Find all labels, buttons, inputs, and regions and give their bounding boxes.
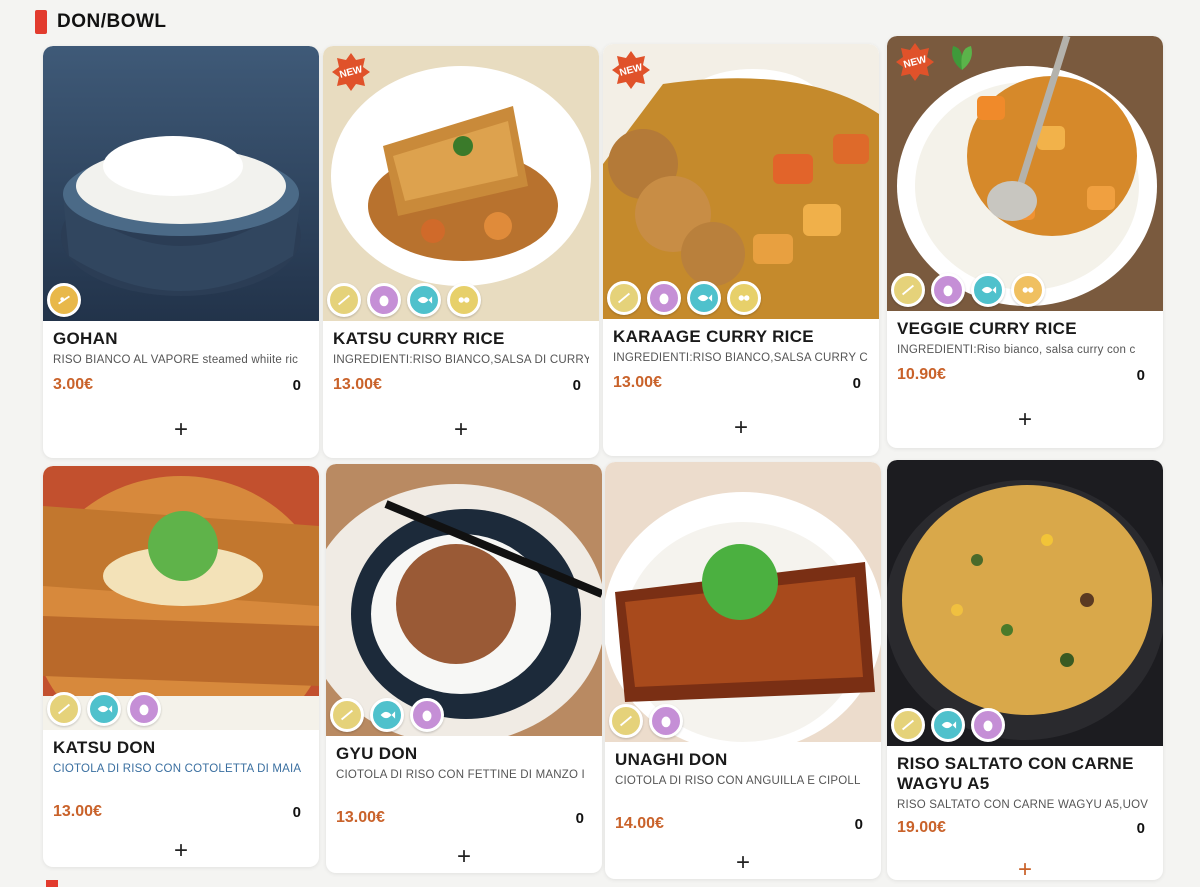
item-name: KARAAGE CURRY RICE: [613, 327, 814, 346]
allergen-list: [47, 283, 81, 317]
item-description: INGREDIENTI:RISO BIANCO,SALSA DI CURRY: [333, 354, 589, 366]
fish-allergen-icon: [370, 698, 404, 732]
add-to-cart-button[interactable]: +: [448, 841, 480, 873]
cereal-allergen-icon: [609, 704, 643, 738]
cereal-allergen-icon: [891, 708, 925, 742]
item-quantity: 0: [854, 815, 863, 833]
item-price: 13.00€: [336, 809, 385, 826]
fish-allergen-icon: [931, 708, 965, 742]
allergen-list: [891, 708, 1005, 742]
dish-photo: [887, 460, 1163, 746]
allergen-list: [47, 692, 161, 726]
item-price: 13.00€: [333, 376, 382, 393]
dish-photo: NEW: [887, 36, 1163, 311]
add-to-cart-button[interactable]: +: [1009, 854, 1041, 880]
item-name: VEGGIE CURRY RICE: [897, 319, 1077, 338]
egg-allergen-icon: [971, 708, 1005, 742]
new-badge: NEW: [895, 42, 935, 82]
menu-card-katsu-curry-rice[interactable]: NEW KATSU CURRY RICE INGREDIENTI:RISO BI…: [323, 46, 599, 458]
item-quantity: 0: [852, 374, 861, 392]
add-to-cart-button[interactable]: +: [1009, 404, 1041, 436]
item-description: INGREDIENTI:RISO BIANCO,SALSA CURRY C: [613, 352, 868, 364]
item-description: CIOTOLA DI RISO CON COTOLETTA DI MAIA: [53, 763, 302, 775]
menu-card-katsu-don[interactable]: KATSU DON CIOTOLA DI RISO CON COTOLETTA …: [43, 466, 319, 867]
item-price: 10.90€: [897, 366, 946, 383]
item-name: GYU DON: [336, 744, 418, 763]
item-description: INGREDIENTI:Riso bianco, salsa curry con…: [897, 344, 1136, 356]
fish-allergen-icon: [407, 283, 441, 317]
cereal-allergen-icon: [330, 698, 364, 732]
item-price: 3.00€: [53, 376, 94, 393]
soy-allergen-icon: [1011, 273, 1045, 307]
item-description: CIOTOLA DI RISO CON ANGUILLA E CIPOLL: [615, 775, 861, 787]
item-quantity: 0: [292, 376, 301, 394]
soy-allergen-icon: [727, 281, 761, 315]
item-name: RISO SALTATO CON CARNE WAGYU A5: [897, 754, 1134, 793]
add-to-cart-button[interactable]: +: [165, 414, 197, 446]
new-badge: NEW: [331, 52, 371, 92]
egg-allergen-icon: [931, 273, 965, 307]
item-price: 14.00€: [615, 815, 664, 832]
next-section-marker: [46, 880, 58, 887]
menu-card-unaghi-don[interactable]: UNAGHI DON CIOTOLA DI RISO CON ANGUILLA …: [605, 462, 881, 879]
item-price: 13.00€: [53, 803, 102, 820]
item-price: 13.00€: [613, 374, 662, 391]
menu-card-veggie-curry-rice[interactable]: NEW VEGGIE CURRY RICE INGREDIENTI:Riso b…: [887, 36, 1163, 448]
fish-allergen-icon: [687, 281, 721, 315]
allergen-list: [609, 704, 683, 738]
egg-allergen-icon: [647, 281, 681, 315]
item-price: 19.00€: [897, 819, 946, 836]
add-to-cart-button[interactable]: +: [727, 847, 759, 879]
dish-photo: [605, 462, 881, 742]
dish-photo: NEW: [323, 46, 599, 321]
section-marker: [35, 10, 47, 34]
vegetarian-leaf-icon: [945, 40, 979, 74]
menu-card-riso-saltato-wagyu[interactable]: RISO SALTATO CON CARNE WAGYU A5 RISO SAL…: [887, 460, 1163, 880]
dish-photo: [43, 466, 319, 730]
item-quantity: 0: [572, 376, 581, 394]
soy-allergen-icon: [447, 283, 481, 317]
menu-card-karaage-curry-rice[interactable]: NEW KARAAGE CURRY RICE INGREDIENTI:RISO …: [603, 44, 879, 456]
cereal-allergen-icon: [607, 281, 641, 315]
add-to-cart-button[interactable]: +: [445, 414, 477, 446]
egg-allergen-icon: [410, 698, 444, 732]
item-name: UNAGHI DON: [615, 750, 728, 769]
item-name: KATSU DON: [53, 738, 156, 757]
add-to-cart-button[interactable]: +: [725, 412, 757, 444]
fish-allergen-icon: [87, 692, 121, 726]
dish-photo: [326, 464, 602, 736]
cereal-allergen-icon: [327, 283, 361, 317]
egg-allergen-icon: [127, 692, 161, 726]
menu-card-gyu-don[interactable]: GYU DON CIOTOLA DI RISO CON FETTINE DI M…: [326, 464, 602, 873]
item-description: RISO SALTATO CON CARNE WAGYU A5,UOV: [897, 799, 1149, 811]
item-quantity: 0: [1136, 366, 1145, 384]
allergen-list: [891, 273, 1045, 307]
dish-photo: [43, 46, 319, 321]
item-quantity: 0: [575, 809, 584, 827]
egg-allergen-icon: [649, 704, 683, 738]
allergen-list: [330, 698, 444, 732]
cereal-allergen-icon: [47, 692, 81, 726]
section-header: DON/BOWL: [35, 10, 167, 34]
section-title: DON/BOWL: [57, 11, 167, 32]
egg-allergen-icon: [367, 283, 401, 317]
item-description: RISO BIANCO AL VAPORE steamed whiite ric: [53, 354, 299, 366]
menu-card-gohan[interactable]: GOHAN RISO BIANCO AL VAPORE steamed whii…: [43, 46, 319, 458]
item-quantity: 0: [292, 803, 301, 821]
item-description: CIOTOLA DI RISO CON FETTINE DI MANZO I: [336, 769, 585, 781]
dish-photo: NEW: [603, 44, 879, 319]
allergen-list: [607, 281, 761, 315]
fish-allergen-icon: [971, 273, 1005, 307]
item-name: KATSU CURRY RICE: [333, 329, 505, 348]
add-to-cart-button[interactable]: +: [165, 835, 197, 867]
wheat-allergen-icon: [47, 283, 81, 317]
item-name: GOHAN: [53, 329, 118, 348]
item-quantity: 0: [1136, 819, 1145, 837]
allergen-list: [327, 283, 481, 317]
cereal-allergen-icon: [891, 273, 925, 307]
new-badge: NEW: [611, 50, 651, 90]
